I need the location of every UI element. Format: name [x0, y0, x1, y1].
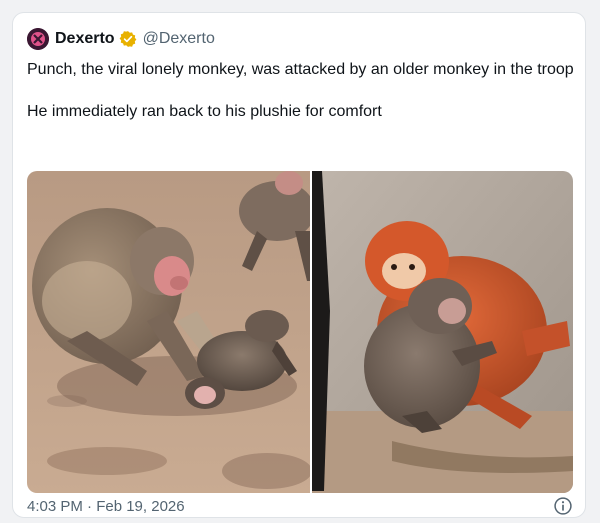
- dexerto-logo-icon[interactable]: [27, 28, 49, 50]
- verified-badge-icon: [119, 31, 136, 47]
- tweet-header: Dexerto @Dexerto: [27, 27, 215, 51]
- info-icon[interactable]: [553, 496, 573, 516]
- media-image-plushie[interactable]: [312, 171, 573, 493]
- tweet-timestamp[interactable]: 4:03 PM · Feb 19, 2026: [27, 498, 185, 515]
- media-image-attack[interactable]: [27, 171, 310, 493]
- tweet-text: Punch, the viral lonely monkey, was atta…: [27, 59, 575, 123]
- tweet-card: Dexerto @Dexerto Punch, the viral lonely…: [12, 12, 586, 518]
- author-display-name[interactable]: Dexerto: [55, 30, 115, 48]
- tweet-text-line: Punch, the viral lonely monkey, was atta…: [27, 61, 574, 78]
- tweet-text-line: He immediately ran back to his plushie f…: [27, 103, 382, 120]
- author-handle[interactable]: @Dexerto: [143, 30, 215, 48]
- tweet-media[interactable]: [27, 171, 573, 493]
- tweet-footer: 4:03 PM · Feb 19, 2026: [27, 495, 573, 517]
